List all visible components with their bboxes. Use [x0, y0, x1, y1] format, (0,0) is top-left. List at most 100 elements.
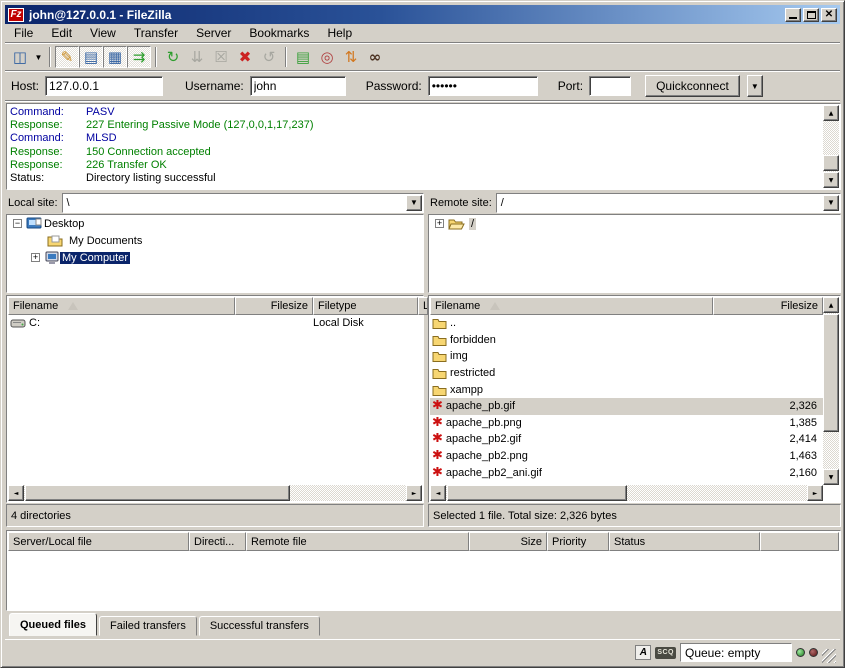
site-manager-dropdown[interactable]: ▼ [32, 46, 45, 68]
username-input[interactable] [250, 76, 346, 96]
maximize-button[interactable] [803, 8, 819, 22]
scroll-left-button[interactable]: ◄ [8, 485, 24, 501]
arrow-left-icon: ◄ [436, 490, 441, 497]
scroll-up-button[interactable]: ▲ [823, 297, 839, 313]
scroll-right-button[interactable]: ► [807, 485, 823, 501]
toggle-queue-button[interactable]: ⇉ [127, 46, 151, 68]
process-queue-button[interactable]: ⇊ [185, 46, 209, 68]
quickconnect-button[interactable]: Quickconnect [645, 75, 740, 97]
menu-transfer[interactable]: Transfer [125, 24, 187, 42]
log-scrollbar[interactable]: ▲ ▼ [823, 105, 839, 188]
menu-edit[interactable]: Edit [42, 24, 81, 42]
file-row[interactable]: forbidden [430, 332, 823, 349]
scroll-right-button[interactable]: ► [406, 485, 422, 501]
disconnect-button[interactable]: ✖ [233, 46, 257, 68]
column-header-direction[interactable]: Directi... [189, 532, 246, 551]
scroll-left-button[interactable]: ◄ [430, 485, 446, 501]
toggle-local-tree-button[interactable]: ▤ [79, 46, 103, 68]
local-site-combobox[interactable]: \ ▼ [62, 193, 424, 213]
find-files-button[interactable]: ∞ [363, 46, 387, 68]
quickconnect-dropdown[interactable]: ▼ [747, 75, 763, 97]
scroll-up-button[interactable]: ▲ [823, 105, 839, 121]
scroll-down-button[interactable]: ▼ [823, 172, 839, 188]
file-row[interactable]: ✱apache_pb2.gif 2,414 [430, 431, 823, 448]
tab-queued-files[interactable]: Queued files [9, 613, 97, 636]
refresh-button[interactable]: ↻ [161, 46, 185, 68]
tab-failed-transfers[interactable]: Failed transfers [99, 616, 197, 636]
minimize-button[interactable] [785, 8, 801, 22]
remote-site-combobox[interactable]: / ▼ [496, 193, 841, 213]
column-header-size[interactable]: Size [469, 532, 547, 551]
collapse-icon[interactable]: − [13, 219, 22, 228]
toggle-remote-tree-button[interactable]: ▦ [103, 46, 127, 68]
remote-hscrollbar[interactable]: ◄ ► [430, 485, 823, 501]
menu-bookmarks[interactable]: Bookmarks [240, 24, 318, 42]
site-manager-button[interactable]: ◫ [8, 46, 32, 68]
tree-item-my-documents[interactable]: My Documents [7, 232, 423, 249]
scrollbar-thumb[interactable] [447, 485, 627, 501]
file-row[interactable]: xampp [430, 381, 823, 398]
menu-server[interactable]: Server [187, 24, 240, 42]
scrollbar-thumb[interactable] [823, 155, 839, 171]
column-header-filename[interactable]: Filename [430, 297, 713, 315]
file-row[interactable]: ✱apache_pb2_ani.gif 2,160 [430, 464, 823, 481]
file-row[interactable]: .. [430, 315, 823, 332]
local-hscrollbar[interactable]: ◄ ► [8, 485, 422, 501]
expand-icon[interactable]: + [435, 219, 444, 228]
combo-dropdown-button[interactable]: ▼ [823, 195, 839, 211]
file-row[interactable]: ✱apache_pb.png 1,385 [430, 415, 823, 432]
local-file-list: Filename Filesize Filetype L C: Local Di… [6, 295, 424, 503]
port-input[interactable] [589, 76, 631, 96]
filezilla-window: Fz john@127.0.0.1 - FileZilla ✕ File Edi… [0, 0, 845, 668]
remote-vscrollbar[interactable]: ▲ ▼ [823, 297, 839, 485]
password-input[interactable] [428, 76, 538, 96]
scrollbar-thumb[interactable] [823, 314, 839, 432]
column-header-status[interactable]: Status [609, 532, 760, 551]
resize-grip[interactable] [822, 649, 836, 663]
cancel-button[interactable]: ☒ [209, 46, 233, 68]
arrow-right-icon: ► [412, 490, 417, 497]
column-header-server-local-file[interactable]: Server/Local file [8, 532, 189, 551]
local-status-text: 4 directories [11, 510, 71, 522]
chevron-down-icon: ▼ [410, 198, 418, 207]
reconnect-button[interactable]: ↺ [257, 46, 281, 68]
tree-item-desktop[interactable]: − Desktop [7, 215, 423, 232]
column-header-filler [760, 532, 839, 551]
data-type-indicator-icon[interactable]: A [635, 645, 651, 660]
column-header-filetype[interactable]: Filetype [313, 297, 418, 315]
filter-button[interactable]: ▤ [291, 46, 315, 68]
column-header-remote-file[interactable]: Remote file [246, 532, 469, 551]
menu-view[interactable]: View [81, 24, 125, 42]
file-row[interactable]: ✱apache_pb2.png 1,463 [430, 448, 823, 465]
reconnect-icon: ↺ [263, 48, 276, 66]
close-button[interactable]: ✕ [821, 8, 837, 22]
arrow-left-icon: ◄ [14, 490, 19, 497]
sync-browse-button[interactable]: ⇅ [339, 46, 363, 68]
file-name: img [450, 350, 468, 362]
filter-icon: ▤ [296, 48, 310, 66]
expand-icon[interactable]: + [31, 253, 40, 262]
tab-successful-transfers[interactable]: Successful transfers [199, 616, 320, 636]
menu-help[interactable]: Help [318, 24, 361, 42]
host-input[interactable] [45, 76, 163, 96]
column-header-filename[interactable]: Filename [8, 297, 235, 315]
menu-file[interactable]: File [5, 24, 42, 42]
scroll-down-button[interactable]: ▼ [823, 469, 839, 485]
column-header-filesize[interactable]: Filesize [235, 297, 313, 315]
column-header-priority[interactable]: Priority [547, 532, 609, 551]
compare-button[interactable]: ◎ [315, 46, 339, 68]
tree-item-root[interactable]: + / [429, 215, 840, 232]
speed-limits-icon[interactable]: SCQ [655, 647, 676, 659]
file-row[interactable]: img [430, 348, 823, 365]
site-manager-icon: ◫ [13, 48, 27, 66]
tree-item-my-computer[interactable]: + My Computer [7, 249, 423, 266]
file-row-c-drive[interactable]: C: Local Disk [8, 315, 422, 332]
scrollbar-thumb[interactable] [25, 485, 290, 501]
file-size: 2,414 [713, 433, 823, 445]
combo-dropdown-button[interactable]: ▼ [406, 195, 422, 211]
column-header-lastmodified[interactable]: L [418, 297, 428, 315]
file-row-selected[interactable]: ✱apache_pb.gif 2,326 [430, 398, 823, 415]
file-row[interactable]: restricted [430, 365, 823, 382]
column-header-filesize[interactable]: Filesize [713, 297, 823, 315]
toggle-log-button[interactable]: ✎ [55, 46, 79, 68]
